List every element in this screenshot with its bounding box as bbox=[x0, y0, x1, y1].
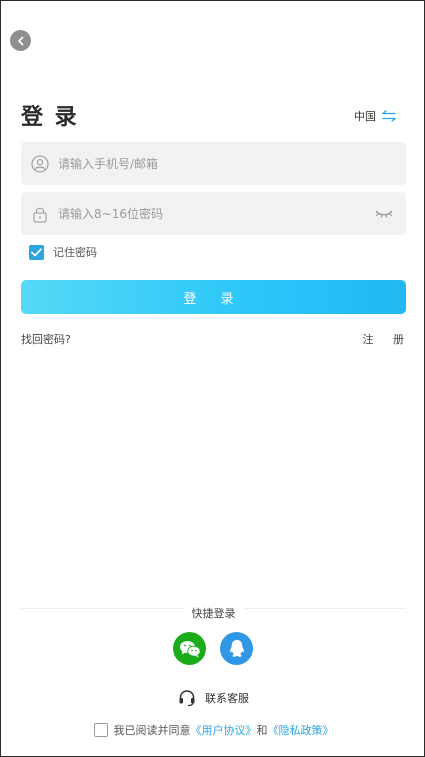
agreement-and: 和 bbox=[256, 724, 268, 737]
qq-icon bbox=[229, 639, 244, 657]
region-label: 中国 bbox=[354, 110, 376, 123]
region-selector[interactable]: 中国 bbox=[354, 108, 396, 124]
user-agreement-link[interactable]: 《用户协议》 bbox=[191, 722, 257, 738]
forgot-password-link[interactable]: 找回密码? bbox=[21, 331, 71, 347]
register-link[interactable]: 注 册 bbox=[363, 331, 413, 347]
lock-icon bbox=[22, 205, 58, 223]
remember-password[interactable]: 记住密码 bbox=[29, 244, 97, 260]
agreement-prefix: 我已阅读并同意 bbox=[113, 724, 191, 737]
login-button[interactable]: 登 录 bbox=[21, 280, 406, 314]
back-button[interactable] bbox=[10, 30, 31, 51]
wechat-icon bbox=[179, 640, 201, 657]
remember-label: 记住密码 bbox=[53, 246, 97, 259]
remember-checkbox[interactable] bbox=[29, 244, 44, 260]
wechat-login-button[interactable] bbox=[173, 632, 206, 665]
quick-login-title: 快捷登录 bbox=[183, 607, 244, 620]
checkmark-icon bbox=[31, 247, 42, 256]
phone-email-field[interactable] bbox=[21, 142, 406, 185]
page-title: 登 录 bbox=[21, 105, 79, 130]
qq-login-button[interactable] bbox=[220, 632, 253, 665]
password-input[interactable] bbox=[58, 192, 366, 235]
user-icon bbox=[22, 154, 58, 173]
phone-email-input[interactable] bbox=[58, 142, 406, 185]
chevron-left-icon bbox=[17, 36, 23, 45]
eye-closed-icon[interactable] bbox=[366, 209, 402, 219]
agreement-row: 我已阅读并同意 《用户协议》和《隐私政策》 bbox=[1, 722, 425, 738]
privacy-policy-link[interactable]: 《隐私政策》 bbox=[268, 722, 334, 738]
headset-icon bbox=[179, 690, 195, 707]
swap-icon bbox=[382, 110, 396, 122]
contact-support-label: 联系客服 bbox=[205, 692, 249, 705]
quick-login-title-wrap: 快捷登录 bbox=[1, 602, 425, 621]
password-field[interactable] bbox=[21, 192, 406, 235]
contact-support[interactable]: 联系客服 bbox=[1, 689, 425, 707]
agreement-checkbox[interactable] bbox=[93, 723, 108, 737]
